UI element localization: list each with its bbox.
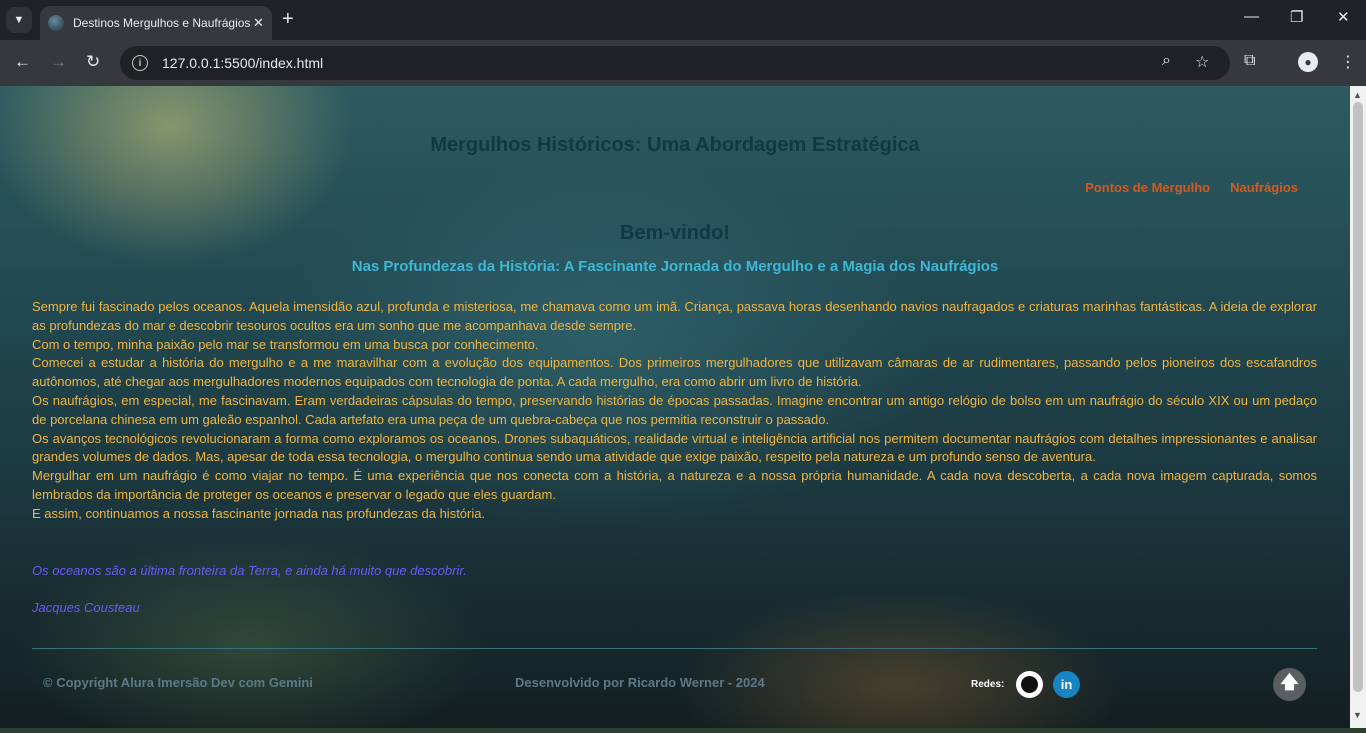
footer-copyright: © Copyright Alura Imersão Dev com Gemini (43, 675, 313, 690)
article-body: Sempre fui fascinado pelos oceanos. Aque… (32, 298, 1317, 524)
chevron-down-icon: ▼ (13, 14, 25, 26)
taskbar-edge (0, 728, 1366, 733)
browser-toolbar: ← → ↻ i 127.0.0.1:5500/index.html ⌕ ☆ ⧉ … (0, 40, 1366, 86)
window-close-icon[interactable]: ✕ (1337, 8, 1350, 26)
favicon-icon (48, 15, 64, 31)
page-title: Mergulhos Históricos: Uma Abordagem Estr… (430, 134, 920, 156)
paragraph: Os avanços tecnológicos revolucionaram a… (32, 430, 1317, 465)
paragraph: Mergulhar em um naufrágio é como viajar … (32, 468, 1317, 502)
linkedin-icon[interactable]: in (1053, 671, 1080, 698)
scroll-down-icon[interactable]: ▼ (1353, 710, 1362, 720)
footer-developer: Desenvolvido por Ricardo Werner - 2024 (515, 675, 765, 690)
address-bar[interactable]: i 127.0.0.1:5500/index.html ⌕ ☆ (120, 46, 1230, 80)
forward-icon[interactable]: → (50, 52, 67, 72)
url-text[interactable]: 127.0.0.1:5500/index.html (162, 55, 323, 71)
back-icon[interactable]: ← (14, 52, 31, 72)
tab-search-button[interactable]: ▼ (6, 7, 32, 33)
restore-icon[interactable]: ❐ (1290, 8, 1303, 26)
browser-tab-strip: ▼ Destinos Mergulhos e Naufrágios ✕ + — … (0, 0, 1366, 40)
star-icon[interactable]: ☆ (1195, 52, 1209, 72)
scroll-thumb[interactable] (1353, 102, 1363, 692)
browser-tab[interactable]: Destinos Mergulhos e Naufrágios ✕ (40, 6, 272, 40)
new-tab-icon[interactable]: + (282, 8, 294, 31)
page-scrollbar[interactable]: ▲ ▼ (1350, 86, 1366, 728)
social-label: Redes: (971, 679, 1005, 690)
main-nav: Pontos de Mergulho Naufrágios (1085, 180, 1298, 195)
minimize-icon[interactable]: — (1244, 8, 1259, 25)
back-to-top-button[interactable]: 🡅 (1273, 668, 1306, 701)
nav-link-naufragios[interactable]: Naufrágios (1230, 180, 1298, 195)
paragraph: E assim, continuamos a nossa fascinante … (32, 505, 486, 521)
more-icon[interactable]: ⋮ (1340, 52, 1356, 72)
page-viewport: Mergulhos Históricos: Uma Abordagem Estr… (0, 86, 1350, 728)
profile-icon[interactable]: ● (1298, 52, 1318, 72)
footer-divider (32, 648, 1317, 649)
paragraph: Os naufrágios, em especial, me fascinava… (32, 392, 1317, 427)
scroll-up-icon[interactable]: ▲ (1353, 90, 1362, 100)
paragraph: Sempre fui fascinado pelos oceanos. Aque… (32, 299, 1317, 333)
close-tab-icon[interactable]: ✕ (253, 15, 264, 31)
tab-title: Destinos Mergulhos e Naufrágios (73, 16, 251, 30)
nav-link-pontos-de-mergulho[interactable]: Pontos de Mergulho (1085, 180, 1210, 195)
article-subtitle: Nas Profundezas da História: A Fascinant… (351, 258, 999, 275)
github-icon[interactable] (1016, 671, 1043, 698)
reload-icon[interactable]: ↻ (86, 52, 100, 72)
welcome-heading: Bem-vindo! (620, 222, 730, 244)
zoom-search-icon[interactable]: ⌕ (1162, 52, 1171, 70)
quote-text: Os oceanos são a última fronteira da Ter… (32, 563, 467, 578)
quote-author: Jacques Cousteau (32, 600, 140, 615)
arrow-up-icon: 🡅 (1280, 671, 1299, 692)
site-info-icon[interactable]: i (132, 55, 148, 71)
paragraph: Com o tempo, minha paixão pelo mar se tr… (32, 336, 539, 352)
extensions-icon[interactable]: ⧉ (1244, 52, 1255, 70)
paragraph: Comecei a estudar a história do mergulho… (32, 355, 1317, 390)
